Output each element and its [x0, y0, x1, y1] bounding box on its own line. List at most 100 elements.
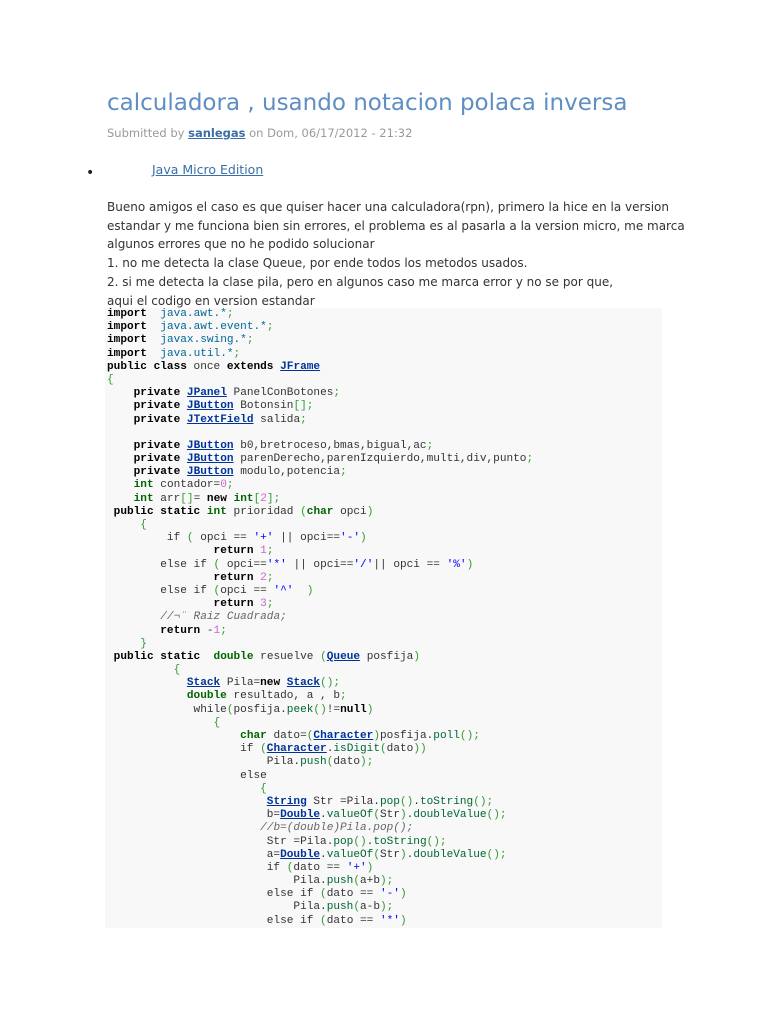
code-token: )	[399, 888, 407, 901]
code-token: ();	[320, 677, 341, 690]
code-type-link[interactable]: JButton	[187, 466, 234, 478]
code-token: posfija.	[380, 730, 434, 742]
code-token: char	[240, 730, 267, 742]
code-line: import java.util.*;	[105, 348, 662, 361]
code-line: {	[105, 783, 662, 796]
code-token: {	[260, 782, 267, 795]
code-token: '+'	[346, 861, 367, 874]
code-type-link[interactable]: JPanel	[187, 387, 227, 399]
code-token: posfija.	[233, 703, 287, 716]
code-token: if	[107, 743, 261, 756]
code-type-link[interactable]: String	[267, 796, 307, 808]
code-token: pop	[379, 795, 400, 808]
code-token: private	[133, 387, 181, 400]
code-type-link[interactable]: Character	[267, 743, 327, 755]
code-token: double	[213, 650, 254, 663]
author-link[interactable]: sanlegas	[188, 126, 245, 140]
code-token: )	[366, 505, 374, 518]
code-token: else if	[107, 888, 321, 901]
code-line: return 2;	[105, 572, 662, 585]
code-token: once	[186, 360, 227, 373]
code-token: {	[213, 716, 221, 729]
code-token: (	[186, 532, 194, 545]
code-token: .	[320, 809, 327, 822]
code-token: b0,bretroceso,bmas,bigual,ac	[233, 439, 427, 452]
code-token: ))	[413, 743, 427, 756]
code-line: private JButton parenDerecho,parenIzquie…	[105, 453, 662, 466]
code-token: import	[107, 308, 147, 320]
code-token: return	[213, 545, 254, 558]
code-line: {	[105, 519, 662, 532]
code-type-link[interactable]: Double	[280, 849, 320, 861]
code-line: //¬¨ Raiz Cuadrada;	[105, 611, 662, 624]
code-line: return 1;	[105, 545, 662, 558]
tag-link[interactable]: Java Micro Edition	[152, 162, 263, 177]
submitted-prefix: Submitted by	[107, 126, 189, 140]
code-type-link[interactable]: JTextField	[187, 414, 254, 426]
code-token: '*'	[266, 558, 287, 571]
code-line: //b=(double)Pila.pop();	[105, 822, 662, 835]
code-token: a-b	[360, 901, 380, 914]
code-type-link[interactable]: Stack	[287, 677, 320, 689]
code-line: Str =Pila.pop().toString();	[105, 836, 662, 849]
code-token: {	[107, 373, 114, 386]
code-token: )	[399, 914, 407, 927]
code-type-link[interactable]: JButton	[187, 400, 234, 412]
code-token: opci ==	[220, 584, 274, 597]
code-type-link[interactable]: JButton	[187, 453, 234, 465]
code-token: dato ==	[293, 861, 347, 874]
code-token: || opci ==	[373, 558, 447, 571]
code-token: ;	[266, 321, 274, 334]
code-line: private JTextField salida;	[105, 414, 662, 427]
code-token: '^'	[273, 584, 294, 597]
code-token: else if	[107, 558, 214, 571]
code-type-link[interactable]: Character	[313, 730, 373, 742]
code-type-link[interactable]: Stack	[187, 677, 220, 689]
bullet-icon: •	[86, 165, 95, 181]
code-token: pop	[333, 835, 354, 848]
code-type-link[interactable]: JButton	[187, 440, 234, 452]
post-body: Bueno amigos el caso es que quiser hacer…	[107, 198, 685, 310]
code-token: )	[399, 809, 407, 822]
code-token: (	[373, 848, 380, 861]
code-token: ();	[473, 795, 494, 808]
code-token: Str	[380, 809, 400, 822]
code-token: .	[413, 795, 420, 808]
code-type-link[interactable]: JFrame	[280, 361, 320, 373]
code-token: 1	[260, 545, 267, 558]
code-token: (	[320, 914, 327, 927]
code-token: extends	[226, 360, 274, 373]
code-token: private	[133, 413, 181, 426]
code-token: doubleValue	[413, 848, 487, 861]
code-type-link[interactable]: Queue	[327, 651, 360, 663]
code-token: return	[213, 598, 254, 611]
code-token: Botonsin	[233, 400, 294, 413]
code-line: import java.awt.*;	[105, 308, 662, 321]
code-token: '/'	[353, 558, 374, 571]
code-line: {	[105, 717, 662, 730]
code-token: ;	[526, 453, 534, 466]
code-token: salida	[253, 413, 301, 426]
code-type-link[interactable]: Double	[280, 809, 320, 821]
code-token: else	[107, 769, 267, 782]
code-token: dato=	[266, 730, 307, 742]
code-token: b=	[107, 809, 281, 822]
submitted-date: on Dom, 06/17/2012 - 21:32	[245, 126, 413, 140]
